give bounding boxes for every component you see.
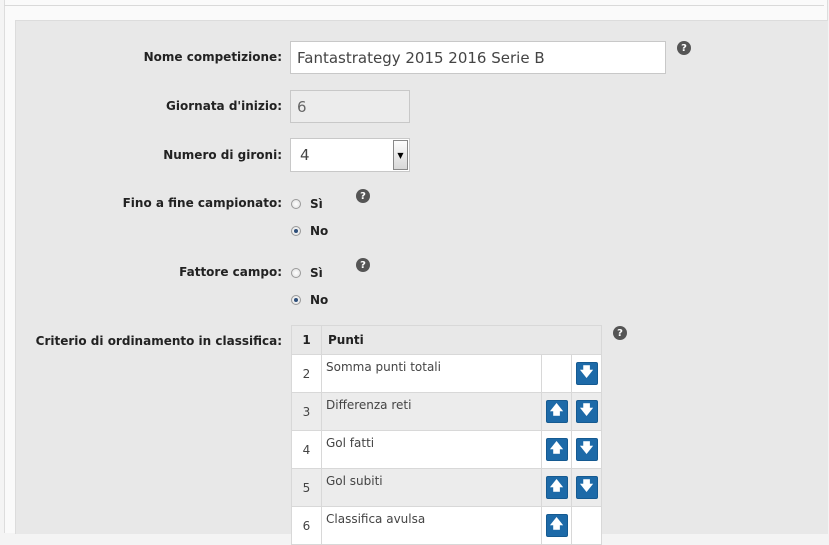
giornata-inizio-label: Giornata d'inizio: <box>166 99 282 113</box>
move-up-cell <box>541 354 572 393</box>
criteria-num: 6 <box>291 506 322 545</box>
move-down-cell: 🡇 <box>571 468 602 507</box>
fattore-campo-label: Fattore campo: <box>179 265 282 279</box>
arrow-up-icon[interactable]: 🡅 <box>545 438 568 461</box>
move-up-cell: 🡅 <box>541 392 572 431</box>
move-down-cell: 🡇 <box>571 354 602 393</box>
fattore-si-radio[interactable] <box>291 268 301 278</box>
criteria-num: 4 <box>291 430 322 469</box>
criteria-table: 1 Punti 2 Somma punti totali 🡇 3 Differe… <box>291 325 602 545</box>
move-down-cell: 🡇 <box>571 392 602 431</box>
fino-no-label: No <box>310 224 329 238</box>
fino-fine-campionato-label: Fino a fine campionato: <box>122 196 282 210</box>
criterio-ordinamento-label: Criterio di ordinamento in classifica: <box>35 334 282 348</box>
criteria-name: Gol fatti <box>321 430 542 469</box>
top-divider <box>4 5 824 6</box>
numero-gironi-select[interactable]: 4 ▼ <box>290 138 410 172</box>
table-row: 4 Gol fatti 🡅 🡇 <box>291 430 602 469</box>
move-down-cell <box>571 506 602 545</box>
fino-no-radio[interactable] <box>291 226 301 236</box>
fino-si-label: Sì <box>310 197 323 211</box>
table-row: 3 Differenza reti 🡅 🡇 <box>291 392 602 431</box>
nome-help-icon[interactable]: ? <box>677 41 691 55</box>
nome-competizione-label: Nome competizione: <box>143 50 282 64</box>
move-up-cell: 🡅 <box>541 430 572 469</box>
arrow-up-icon[interactable]: 🡅 <box>545 476 568 499</box>
fattore-no-radio[interactable] <box>291 295 301 305</box>
fattore-help-icon[interactable]: ? <box>356 258 370 272</box>
criteria-header-num: 1 <box>291 325 322 355</box>
numero-gironi-label: Numero di gironi: <box>163 148 282 162</box>
fattore-option-si[interactable]: Sì <box>291 266 323 280</box>
numero-gironi-value: 4 <box>300 146 310 164</box>
giornata-inizio-input: 6 <box>290 90 410 123</box>
criteria-header-name: Punti <box>321 325 602 355</box>
criteria-name: Gol subiti <box>321 468 542 507</box>
criteria-header-row: 1 Punti <box>291 325 602 355</box>
arrow-down-icon[interactable]: 🡇 <box>575 438 598 461</box>
criteria-num: 3 <box>291 392 322 431</box>
arrow-down-icon[interactable]: 🡇 <box>575 476 598 499</box>
nome-competizione-input[interactable]: Fantastrategy 2015 2016 Serie B <box>290 41 666 74</box>
criteria-num: 5 <box>291 468 322 507</box>
dropdown-arrow-icon[interactable]: ▼ <box>393 140 408 170</box>
table-row: 6 Classifica avulsa 🡅 <box>291 506 602 545</box>
fino-option-no[interactable]: No <box>291 224 328 238</box>
fattore-option-no[interactable]: No <box>291 293 328 307</box>
criteria-name: Classifica avulsa <box>321 506 542 545</box>
table-row: 2 Somma punti totali 🡇 <box>291 354 602 393</box>
move-down-cell: 🡇 <box>571 430 602 469</box>
fino-option-si[interactable]: Sì <box>291 197 323 211</box>
arrow-down-icon[interactable]: 🡇 <box>575 362 598 385</box>
fattore-no-label: No <box>310 293 329 307</box>
fino-si-radio[interactable] <box>291 199 301 209</box>
fattore-si-label: Sì <box>310 266 323 280</box>
criterio-help-icon[interactable]: ? <box>613 326 627 340</box>
arrow-up-icon[interactable]: 🡅 <box>545 400 568 423</box>
move-up-cell: 🡅 <box>541 506 572 545</box>
criteria-name: Differenza reti <box>321 392 542 431</box>
arrow-up-icon[interactable]: 🡅 <box>545 514 568 537</box>
arrow-down-icon[interactable]: 🡇 <box>575 400 598 423</box>
criteria-num: 2 <box>291 354 322 393</box>
fino-help-icon[interactable]: ? <box>356 189 370 203</box>
table-row: 5 Gol subiti 🡅 🡇 <box>291 468 602 507</box>
move-up-cell: 🡅 <box>541 468 572 507</box>
criteria-name: Somma punti totali <box>321 354 542 393</box>
